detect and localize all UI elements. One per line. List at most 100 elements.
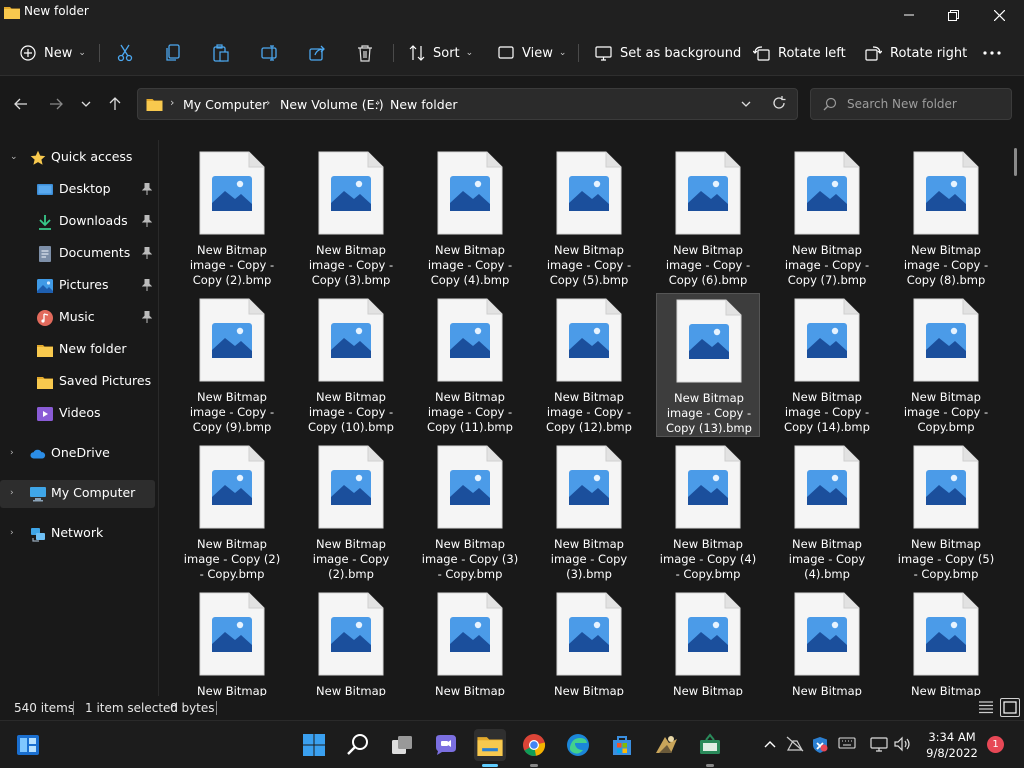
sidebar-item-desktop[interactable]: Desktop [0, 176, 155, 204]
forward-button[interactable] [42, 91, 70, 117]
sidebar-item-downloads[interactable]: Downloads [0, 208, 155, 236]
set-as-background-button[interactable]: Set as background [595, 38, 741, 68]
sidebar-item-quick-access[interactable]: ⌄ Quick access [0, 144, 155, 172]
sidebar-item-music[interactable]: Music [0, 304, 155, 332]
close-button[interactable] [976, 0, 1022, 30]
file-item[interactable]: New Bitmap image - Copy - Copy (12).bmp [537, 293, 641, 437]
security-icon[interactable] [812, 736, 828, 754]
chevron-right-icon[interactable]: › [10, 448, 14, 458]
sidebar-item-videos[interactable]: Videos [0, 400, 155, 428]
file-item[interactable]: New Bitmap image - Copy (2) - Copy.bmp [180, 440, 284, 584]
back-button[interactable] [7, 91, 35, 117]
refresh-button[interactable] [771, 95, 787, 114]
delete-button[interactable] [357, 38, 373, 68]
breadcrumb-new-volume[interactable]: New Volume (E:) [280, 97, 384, 112]
sidebar-item-documents[interactable]: Documents [0, 240, 155, 268]
file-item[interactable]: New Bitmap image - Copy (4).bmp [775, 440, 879, 584]
sidebar-item-pictures[interactable]: Pictures [0, 272, 155, 300]
chevron-right-icon[interactable]: › [10, 488, 14, 498]
edge-taskbar-button[interactable] [562, 729, 594, 761]
file-item[interactable]: New Bitmap image - Copy (3).bmp [537, 440, 641, 584]
sidebar-item-network[interactable]: › Network [0, 520, 155, 548]
recent-locations-button[interactable] [72, 91, 100, 117]
chat-button[interactable] [430, 729, 462, 761]
file-item[interactable]: New Bitmap image - Copy - Copy (2).bmp [180, 146, 284, 290]
chevron-up-icon[interactable] [764, 736, 776, 752]
app-icon [656, 736, 677, 753]
file-item[interactable]: New Bitmap [894, 587, 998, 696]
paste-button[interactable] [213, 38, 229, 68]
file-name-line: - Copy.bmp [437, 567, 503, 581]
rotate-right-button[interactable]: Rotate right [865, 38, 967, 68]
taskbar-search-button[interactable] [342, 729, 374, 761]
file-item[interactable]: New Bitmap [656, 587, 760, 696]
file-explorer-taskbar-button[interactable] [474, 729, 506, 767]
file-item[interactable]: New Bitmap image - Copy (5) - Copy.bmp [894, 440, 998, 584]
search-input[interactable] [847, 95, 1007, 113]
clock-time[interactable]: 3:34 AM [926, 730, 978, 744]
file-item[interactable]: New Bitmap image - Copy - Copy (3).bmp [299, 146, 403, 290]
task-view-button[interactable] [386, 729, 418, 761]
clock-date[interactable]: 9/8/2022 [922, 746, 982, 760]
large-icons-view-button[interactable] [1000, 698, 1020, 717]
vertical-scrollbar-thumb[interactable] [1014, 148, 1017, 176]
restore-button[interactable] [930, 0, 976, 30]
file-item[interactable]: New Bitmap image - Copy (3) - Copy.bmp [418, 440, 522, 584]
cut-button[interactable] [117, 38, 133, 68]
sidebar-item-my-computer[interactable]: › My Computer [0, 480, 155, 508]
sort-button[interactable]: Sort ⌄ [409, 38, 473, 68]
sidebar-item-saved-pictures[interactable]: Saved Pictures [0, 368, 155, 396]
file-item[interactable]: New Bitmap image - Copy - Copy (4).bmp [418, 146, 522, 290]
file-name-line: New Bitmap [435, 537, 505, 551]
rotate-left-button[interactable]: Rotate left [753, 38, 846, 68]
file-item[interactable]: New Bitmap [775, 587, 879, 696]
file-item[interactable]: New Bitmap [180, 587, 284, 696]
pinned-app-button[interactable] [650, 729, 682, 761]
display-icon[interactable] [870, 736, 888, 752]
file-item[interactable]: New Bitmap [418, 587, 522, 696]
file-item[interactable]: New Bitmap image - Copy (4) - Copy.bmp [656, 440, 760, 584]
store-taskbar-button[interactable] [606, 729, 638, 761]
pinned-app-button[interactable] [694, 729, 726, 767]
file-item[interactable]: New Bitmap [299, 587, 403, 696]
address-history-button[interactable] [740, 96, 752, 115]
file-item[interactable]: New Bitmap image - Copy - Copy.bmp [894, 293, 998, 437]
breadcrumb-new-folder[interactable]: New folder [390, 97, 458, 112]
view-button[interactable]: View ⌄ [498, 38, 566, 68]
file-item[interactable]: New Bitmap image - Copy - Copy (6).bmp [656, 146, 760, 290]
search-box[interactable] [810, 88, 1012, 120]
network-disconnected-icon[interactable] [786, 736, 804, 752]
volume-icon[interactable] [894, 736, 912, 752]
keyboard-icon[interactable] [838, 736, 856, 750]
chevron-right-icon[interactable]: › [10, 528, 14, 538]
file-item[interactable]: New Bitmap image - Copy - Copy (5).bmp [537, 146, 641, 290]
file-item[interactable]: New Bitmap [537, 587, 641, 696]
pane-divider[interactable] [158, 140, 159, 696]
sidebar-item-onedrive[interactable]: › OneDrive [0, 440, 155, 468]
file-item[interactable]: New Bitmap image - Copy - Copy (7).bmp [775, 146, 879, 290]
file-item[interactable]: New Bitmap image - Copy - Copy (14).bmp [775, 293, 879, 437]
paste-icon [213, 44, 229, 62]
file-item[interactable]: New Bitmap image - Copy - Copy (13).bmp [656, 293, 760, 437]
breadcrumb-my-computer[interactable]: My Computer [183, 97, 267, 112]
details-view-icon[interactable] [978, 700, 994, 714]
file-item[interactable]: New Bitmap image - Copy - Copy (11).bmp [418, 293, 522, 437]
file-item[interactable]: New Bitmap image - Copy - Copy (10).bmp [299, 293, 403, 437]
notification-badge[interactable]: 1 [987, 736, 1004, 753]
chevron-down-icon[interactable]: ⌄ [10, 152, 18, 162]
file-item[interactable]: New Bitmap image - Copy (2).bmp [299, 440, 403, 584]
start-button[interactable] [298, 729, 330, 761]
file-item[interactable]: New Bitmap image - Copy - Copy (8).bmp [894, 146, 998, 290]
copy-button[interactable] [165, 38, 181, 68]
up-button[interactable] [101, 91, 129, 117]
chrome-taskbar-button[interactable] [518, 729, 550, 767]
file-item[interactable]: New Bitmap image - Copy - Copy (9).bmp [180, 293, 284, 437]
widgets-button[interactable] [12, 729, 44, 761]
minimize-button[interactable] [886, 0, 932, 30]
new-button[interactable]: New ⌄ [20, 38, 86, 68]
more-options-button[interactable] [983, 38, 1001, 68]
rename-button[interactable] [261, 38, 279, 68]
sidebar-item-new-folder[interactable]: New folder [0, 336, 155, 364]
share-button[interactable] [309, 38, 327, 68]
address-bar[interactable]: › My Computer › New Volume (E:) › New fo… [137, 88, 798, 120]
